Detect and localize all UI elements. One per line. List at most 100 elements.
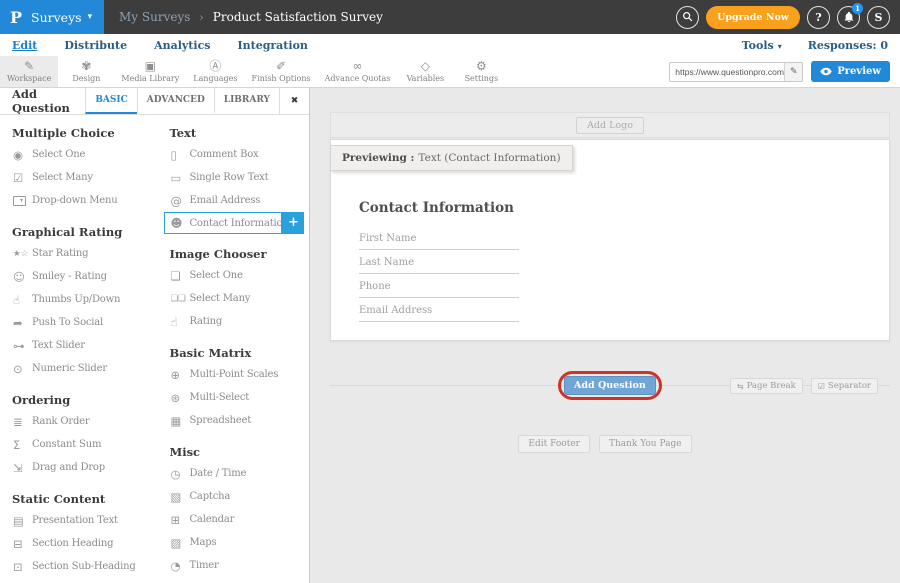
field-first-name[interactable]: First Name xyxy=(359,229,519,250)
question-type-multi-select[interactable]: ⊛Multi-Select xyxy=(157,386,309,409)
separator-button[interactable]: ☑ Separator xyxy=(811,378,878,394)
eye-icon xyxy=(820,67,832,76)
rating-icon: ☝ xyxy=(170,316,189,328)
section-heading-icon: ⊟ xyxy=(13,538,32,550)
section-misc: Misc xyxy=(169,445,309,459)
toolbar-advance-quotas[interactable]: ∞Advance Quotas xyxy=(318,56,398,87)
help-button[interactable]: ? xyxy=(807,6,830,29)
nav-integration[interactable]: Integration xyxy=(237,39,307,52)
notifications-button[interactable]: 1 xyxy=(837,6,860,29)
field-phone[interactable]: Phone xyxy=(359,277,519,298)
avatar-initial: S xyxy=(875,11,883,24)
question-type-numeric-slider[interactable]: ⊙Numeric Slider xyxy=(0,357,157,380)
topbar-actions: Upgrade Now ? 1 S xyxy=(676,6,890,29)
spreadsheet-icon: ▦ xyxy=(170,415,189,427)
add-selected-question-button[interactable]: + xyxy=(282,212,304,234)
survey-url-text: https://www.questionpro.com/t/AP53kZgUI xyxy=(670,67,784,77)
close-panel-button[interactable]: ✖ xyxy=(279,88,309,114)
account-avatar[interactable]: S xyxy=(867,6,890,29)
question-type-drag-and-drop[interactable]: ⇲Drag and Drop xyxy=(0,456,157,479)
question-type-email-address[interactable]: @Email Address xyxy=(157,189,309,212)
workspace-icon: ✎ xyxy=(24,60,34,73)
languages-icon: Ⓐ xyxy=(209,60,221,73)
question-type-list: Multiple Choice ◉Select One☑Select Many▾D… xyxy=(0,115,309,578)
captcha-icon: ▧ xyxy=(170,491,189,503)
section-multiple-choice: Multiple Choice xyxy=(12,126,157,140)
question-type-constant-sum[interactable]: ΣConstant Sum xyxy=(0,433,157,456)
upgrade-now-button[interactable]: Upgrade Now xyxy=(706,6,800,29)
design-icon: ✾ xyxy=(81,60,91,73)
search-button[interactable] xyxy=(676,6,699,29)
toolbar-finish-options[interactable]: ✐Finish Options xyxy=(245,56,318,87)
constant-sum-icon: Σ xyxy=(13,439,32,451)
question-type-calendar[interactable]: ⊞Calendar xyxy=(157,508,309,531)
question-type-presentation-text[interactable]: ▤Presentation Text xyxy=(0,509,157,532)
page-break-icon: ⇆ xyxy=(737,382,744,391)
question-type-contact-information[interactable]: ☻Contact Information+ xyxy=(164,212,282,234)
question-type-rank-order[interactable]: ≣Rank Order xyxy=(0,410,157,433)
nav-analytics[interactable]: Analytics xyxy=(154,39,210,52)
question-type-captcha[interactable]: ▧Captcha xyxy=(157,485,309,508)
nav-edit[interactable]: Edit xyxy=(12,39,37,52)
single-row-text-icon: ▭ xyxy=(170,172,189,184)
toolbar-design[interactable]: ✾Design xyxy=(58,56,114,87)
section-basic-matrix: Basic Matrix xyxy=(169,346,309,360)
close-icon: ✖ xyxy=(291,96,299,106)
question-type-text-slider[interactable]: ⊶Text Slider xyxy=(0,334,157,357)
tab-basic[interactable]: BASIC xyxy=(85,88,136,114)
question-type-column: Multiple Choice ◉Select One☑Select Many▾D… xyxy=(0,120,157,578)
edit-footer-button[interactable]: Edit Footer xyxy=(518,435,590,453)
edit-url-button[interactable]: ✎ xyxy=(784,63,802,81)
question-type-push-to-social[interactable]: ➦Push To Social xyxy=(0,311,157,334)
toolbar-languages[interactable]: ⒶLanguages xyxy=(186,56,244,87)
surveys-menu[interactable]: P Surveys ▾ xyxy=(0,0,104,34)
question-type-section-sub-heading[interactable]: ⊡Section Sub-Heading xyxy=(0,555,157,578)
add-question-button[interactable]: Add Question xyxy=(564,376,656,395)
form-fields: First Name Last Name Phone Email Address xyxy=(359,229,519,322)
question-type-single-row-text[interactable]: ▭Single Row Text xyxy=(157,166,309,189)
question-type-date-time[interactable]: ◷Date / Time xyxy=(157,462,309,485)
numeric-slider-icon: ⊙ xyxy=(13,363,32,375)
survey-url-field[interactable]: https://www.questionpro.com/t/AP53kZgUI … xyxy=(669,62,803,82)
field-email-address[interactable]: Email Address xyxy=(359,301,519,322)
question-type-maps[interactable]: ▨Maps xyxy=(157,531,309,554)
select-many-icon: ❏❏ xyxy=(170,293,189,305)
question-type-select-many[interactable]: ❏❏Select Many xyxy=(157,287,309,310)
responses-count[interactable]: Responses: 0 xyxy=(808,39,888,52)
question-type-rating[interactable]: ☝Rating xyxy=(157,310,309,333)
tools-menu[interactable]: Tools▾ xyxy=(742,39,782,52)
thank-you-page-button[interactable]: Thank You Page xyxy=(599,435,692,453)
nav-distribute[interactable]: Distribute xyxy=(64,39,127,52)
add-logo-button[interactable]: Add Logo xyxy=(576,117,644,134)
page-break-button[interactable]: ⇆ Page Break xyxy=(730,378,803,394)
question-type-select-one[interactable]: ◉Select One xyxy=(0,143,157,166)
question-type-select-one[interactable]: ❏Select One xyxy=(157,264,309,287)
question-type-select-many[interactable]: ☑Select Many xyxy=(0,166,157,189)
question-type-section-heading[interactable]: ⊟Section Heading xyxy=(0,532,157,555)
question-type-star-rating[interactable]: ★☆Star Rating xyxy=(0,242,157,265)
question-type-comment-box[interactable]: ▯Comment Box xyxy=(157,143,309,166)
survey-preview-card: Previewing : Text (Contact Information) … xyxy=(330,139,890,341)
tab-advanced[interactable]: ADVANCED xyxy=(137,88,214,114)
advance-quotas-icon: ∞ xyxy=(353,60,363,73)
preview-button[interactable]: Preview xyxy=(811,61,890,82)
toolbar-workspace[interactable]: ✎Workspace xyxy=(0,56,58,87)
question-type-thumbs-up-down[interactable]: ☝Thumbs Up/Down xyxy=(0,288,157,311)
field-last-name[interactable]: Last Name xyxy=(359,253,519,274)
toolbar-settings[interactable]: ⚙Settings xyxy=(453,56,509,87)
settings-icon: ⚙ xyxy=(476,60,487,73)
question-type-drop-down-menu[interactable]: ▾Drop-down Menu xyxy=(0,189,157,212)
toolbar-items: ✎Workspace✾Design▣Media LibraryⒶLanguage… xyxy=(0,56,509,87)
question-type-timer[interactable]: ◔Timer xyxy=(157,554,309,577)
toolbar-media-library[interactable]: ▣Media Library xyxy=(114,56,186,87)
question-type-smiley-rating[interactable]: ☺Smiley - Rating xyxy=(0,265,157,288)
add-question-panel: Add Question BASICADVANCEDLIBRARY ✖ Mult… xyxy=(0,88,310,583)
tab-library[interactable]: LIBRARY xyxy=(214,88,279,114)
multi-point-scales-icon: ⊕ xyxy=(170,369,189,381)
question-type-spreadsheet[interactable]: ▦Spreadsheet xyxy=(157,409,309,432)
section-text: Text xyxy=(169,126,309,140)
question-type-multi-point-scales[interactable]: ⊕Multi-Point Scales xyxy=(157,363,309,386)
breadcrumb-my-surveys[interactable]: My Surveys xyxy=(119,10,190,24)
toolbar-variables[interactable]: ◇Variables xyxy=(397,56,453,87)
timer-icon: ◔ xyxy=(170,560,189,572)
